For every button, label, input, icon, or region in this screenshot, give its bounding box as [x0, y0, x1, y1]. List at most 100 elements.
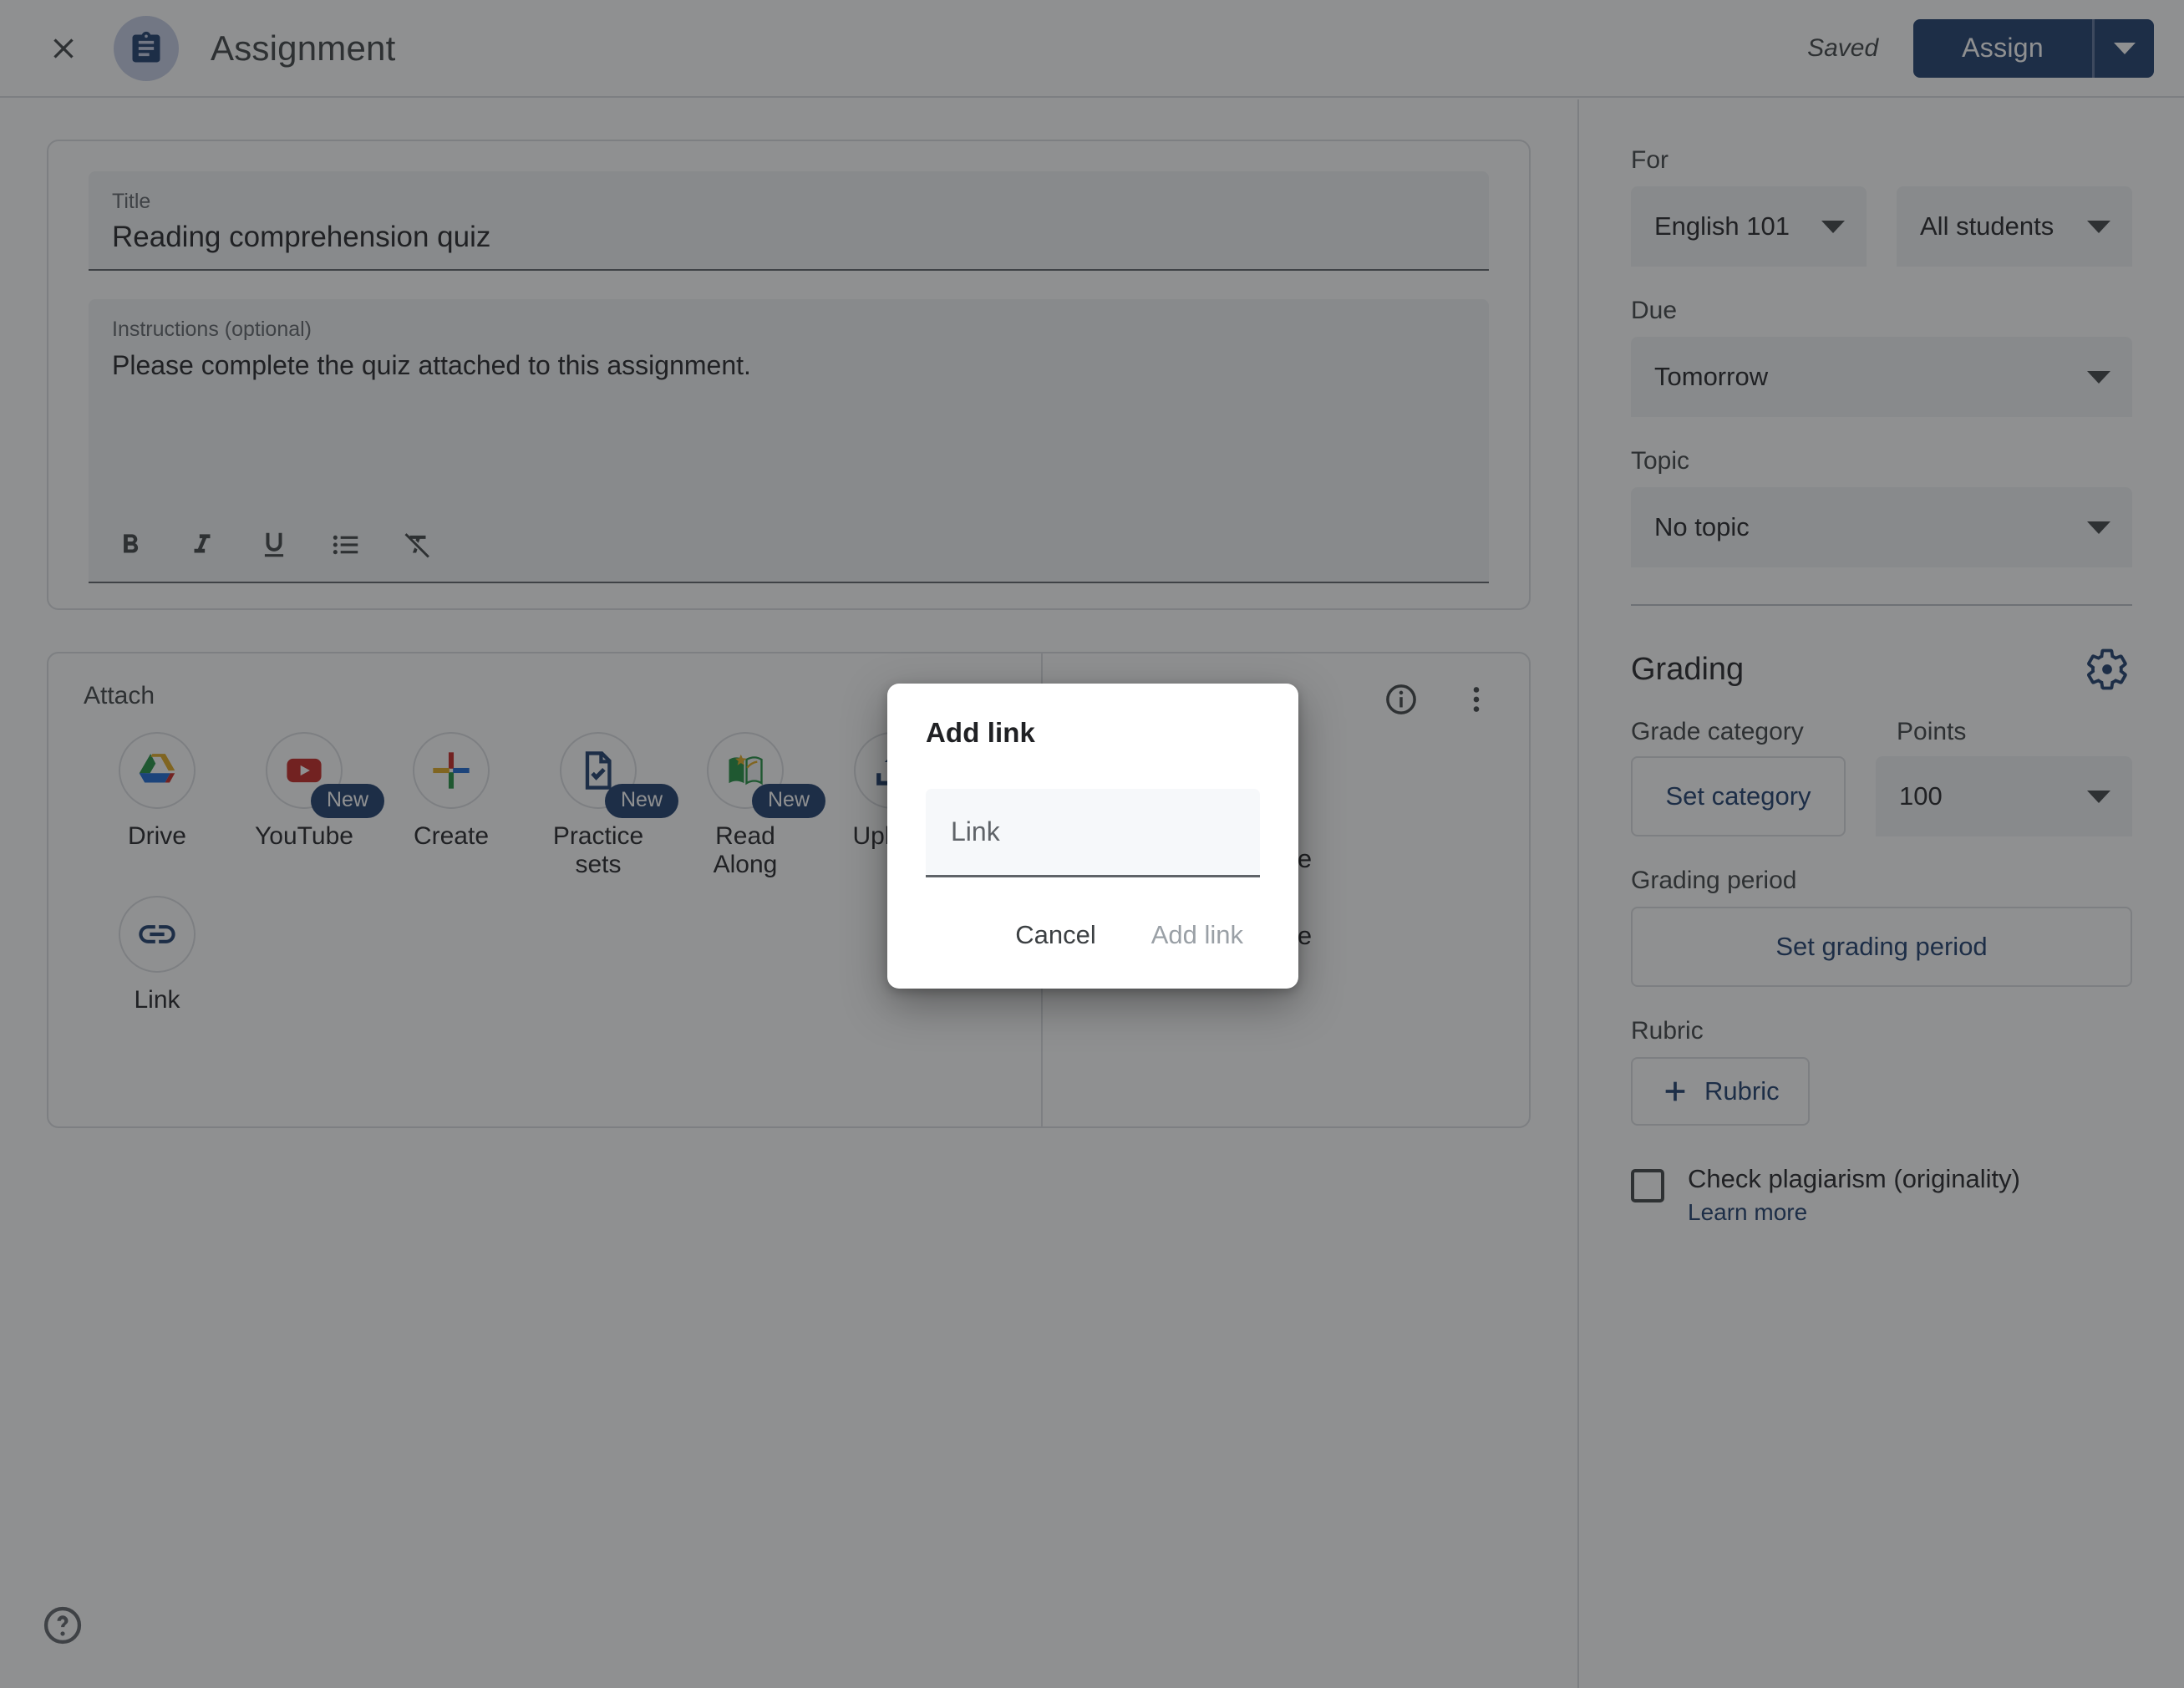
assignment-detail-card: Title Reading comprehension quiz Instruc…: [47, 140, 1531, 610]
grade-category-label: Grade category: [1631, 718, 1804, 745]
points-label: Points: [1897, 718, 1967, 745]
attach-option-drive[interactable]: Drive: [84, 732, 231, 879]
grade-row-controls: Set category 100: [1631, 756, 2132, 836]
close-button[interactable]: [30, 15, 97, 82]
topic-select-value: No topic: [1654, 512, 1750, 541]
link-input-placeholder: Link: [951, 816, 1000, 847]
assignment-icon-badge: [114, 15, 179, 81]
plus-icon: [1665, 1081, 1685, 1101]
grading-section-header: Grading: [1631, 644, 2132, 694]
attach-icon-circle: [119, 896, 196, 974]
chevron-down-icon: [2087, 790, 2110, 803]
plagiarism-row[interactable]: Check plagiarism (originality) Learn mor…: [1631, 1164, 2132, 1226]
due-label: Due: [1631, 297, 1678, 324]
class-select[interactable]: English 101: [1631, 186, 1867, 267]
grade-row-labels: Grade category Points: [1631, 718, 2132, 756]
attach-option-link[interactable]: Link: [84, 896, 231, 1014]
info-icon: [1386, 684, 1416, 714]
plagiarism-text: Check plagiarism (originality) Learn mor…: [1688, 1164, 2020, 1226]
info-button[interactable]: [1379, 677, 1424, 722]
more-options-button[interactable]: [1454, 677, 1499, 722]
class-select-value: English 101: [1654, 211, 1790, 241]
link-icon: [139, 925, 175, 944]
assignment-clipboard-icon: [132, 31, 160, 62]
attach-option-label: Create: [413, 822, 490, 850]
underline-icon: [264, 532, 284, 557]
chevron-down-icon: [2087, 370, 2110, 384]
attach-option-read-along[interactable]: New Read Along: [672, 732, 826, 879]
bold-icon: [124, 534, 139, 553]
plagiarism-label: Check plagiarism (originality): [1688, 1164, 2020, 1193]
attach-icon-circle: [413, 732, 490, 809]
dialog-actions: Cancel Add link: [926, 910, 1260, 960]
assign-button-group: Assign: [1913, 18, 2154, 78]
help-circle-icon: [43, 1606, 82, 1645]
italic-button[interactable]: [184, 526, 221, 563]
attach-option-create[interactable]: Create: [378, 732, 525, 879]
bulleted-list-button[interactable]: [328, 526, 364, 563]
chevron-down-icon: [2087, 220, 2110, 233]
grading-title: Grading: [1631, 651, 1745, 687]
link-input[interactable]: Link: [926, 789, 1260, 877]
grading-period-label: Grading period: [1631, 867, 1797, 894]
new-badge: New: [311, 784, 385, 818]
instructions-value: Please complete the quiz attached to thi…: [112, 350, 751, 380]
attach-heading: Attach: [84, 682, 155, 709]
attach-option-label: YouTube: [255, 822, 353, 850]
main-content-column: Title Reading comprehension quiz Instruc…: [0, 99, 1579, 1688]
set-grading-period-button[interactable]: Set grading period: [1631, 907, 2132, 987]
attach-card: Attach Drive New YouTube Create New Prac…: [47, 652, 1531, 1128]
underline-button[interactable]: [256, 526, 292, 563]
set-category-button[interactable]: Set category: [1631, 756, 1846, 836]
attach-option-youtube[interactable]: New YouTube: [231, 732, 385, 879]
assign-dropdown-button[interactable]: [2092, 18, 2154, 78]
students-select[interactable]: All students: [1897, 186, 2132, 267]
add-link-submit-button[interactable]: Add link: [1135, 910, 1260, 960]
attach-option-label: Read Along: [713, 822, 778, 879]
attach-option-label: Practice sets: [552, 822, 644, 879]
page-title: Assignment: [211, 28, 396, 68]
chevron-down-icon: [2113, 42, 2136, 54]
points-select-value: 100: [1899, 781, 1943, 811]
title-label: Title: [112, 190, 151, 213]
more-vert-icon: [1473, 687, 1480, 712]
sidebar-divider: [1631, 604, 2132, 606]
rubric-label: Rubric: [1631, 1017, 1704, 1045]
settings-sidebar: For English 101 All students Due Tomorro…: [1579, 99, 2184, 1688]
attach-options-grid: Drive New YouTube Create New Practice se…: [84, 732, 1008, 1032]
due-select-value: Tomorrow: [1654, 362, 1769, 391]
grading-settings-button[interactable]: [2082, 644, 2132, 694]
points-select[interactable]: 100: [1876, 756, 2132, 836]
new-badge: New: [605, 784, 679, 818]
clear-formatting-button[interactable]: [399, 526, 436, 563]
students-select-value: All students: [1920, 211, 2054, 241]
dialog-title: Add link: [926, 717, 1035, 748]
plagiarism-checkbox[interactable]: [1631, 1169, 1664, 1202]
topic-label: Topic: [1631, 447, 1690, 475]
topic-select[interactable]: No topic: [1631, 487, 2132, 567]
create-plus-icon: [433, 752, 470, 789]
add-link-dialog: Add link Link Cancel Add link: [887, 684, 1298, 989]
close-icon: [53, 38, 74, 58]
gear-icon: [2087, 648, 2127, 690]
clear-formatting-icon: [404, 533, 429, 558]
chevron-down-icon: [2087, 521, 2110, 534]
add-rubric-label: Rubric: [1704, 1076, 1780, 1106]
bold-button[interactable]: [112, 526, 149, 563]
google-drive-icon: [139, 754, 175, 783]
cancel-button[interactable]: Cancel: [998, 910, 1113, 960]
help-button[interactable]: [37, 1599, 89, 1651]
assignment-editor-page: Assignment Saved Assign Title Reading co…: [0, 0, 2184, 1688]
due-select[interactable]: Tomorrow: [1631, 337, 2132, 417]
new-badge: New: [752, 784, 826, 818]
instructions-input[interactable]: Instructions (optional) Please complete …: [89, 299, 1489, 583]
attach-option-label: Link: [134, 986, 180, 1014]
add-rubric-button[interactable]: Rubric: [1631, 1057, 1810, 1126]
attach-option-practice-sets[interactable]: New Practice sets: [525, 732, 679, 879]
assign-button[interactable]: Assign: [1913, 18, 2092, 78]
title-input[interactable]: Title Reading comprehension quiz: [89, 171, 1489, 271]
for-row: English 101 All students: [1631, 186, 2132, 267]
instructions-label: Instructions (optional): [112, 318, 312, 341]
learn-more-link[interactable]: Learn more: [1688, 1199, 2020, 1226]
saved-status: Saved: [1807, 33, 1879, 62]
